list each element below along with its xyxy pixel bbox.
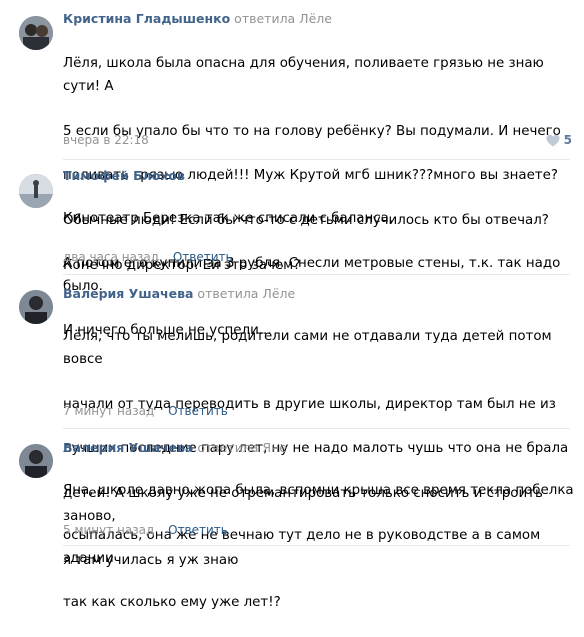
comment-time[interactable]: 7 минут назад [63, 404, 154, 418]
comment-text: Яна, школе давно жопа была, вспомни крыш… [63, 458, 578, 637]
reply-to-label[interactable]: ответила Лёле [197, 286, 295, 301]
comment-item: Тимофей Блохов Кинотеатр Березка так же … [0, 160, 584, 338]
reply-to-label[interactable]: ответила Лёле [234, 11, 332, 26]
reply-to-label[interactable]: ответила Яне [197, 440, 287, 455]
comment-text-line: Лёля, школа была опасна для обучения, по… [63, 56, 544, 94]
avatar[interactable] [19, 174, 53, 208]
comment-author[interactable]: Тимофей Блохов [63, 168, 185, 183]
reply-button[interactable]: Ответить [173, 250, 233, 264]
comment-time[interactable]: 5 минут назад [63, 523, 154, 537]
comment-time[interactable]: два часа назад [63, 250, 159, 264]
avatar[interactable] [19, 444, 53, 478]
comment-text-line: Яна, школе давно жопа была, вспомни крыш… [63, 483, 574, 499]
comment-text-line: Кинотеатр Березка так же списали с балан… [63, 211, 394, 227]
comment-text-line: Лёля, что ты мелишь, родители сами не от… [63, 329, 552, 367]
like-button[interactable]: 5 [546, 133, 572, 147]
comment-author[interactable]: Валерия Ушачева [63, 286, 193, 301]
comment-author[interactable]: Валерия Ушачева [63, 440, 193, 455]
comment-time[interactable]: вчера в 22:18 [63, 133, 149, 147]
comment-author[interactable]: Кристина Гладышенко [63, 11, 230, 26]
comment-item: Валерия Ушачева ответила Яне Яна, школе … [0, 429, 584, 610]
comment-divider [63, 545, 570, 546]
comment-item: Кристина Гладышенко ответила Лёле Лёля, … [0, 0, 584, 273]
avatar[interactable] [19, 290, 53, 324]
heart-icon [546, 134, 560, 146]
like-count: 5 [563, 133, 572, 147]
reply-button[interactable]: Ответить [168, 523, 228, 537]
comment-item: Валерия Ушачева ответила Лёле Лёля, что … [0, 275, 584, 568]
reply-button[interactable]: Ответить [168, 404, 228, 418]
avatar[interactable] [19, 16, 53, 50]
comment-text-line: так как сколько ему уже лет!? [63, 595, 281, 611]
